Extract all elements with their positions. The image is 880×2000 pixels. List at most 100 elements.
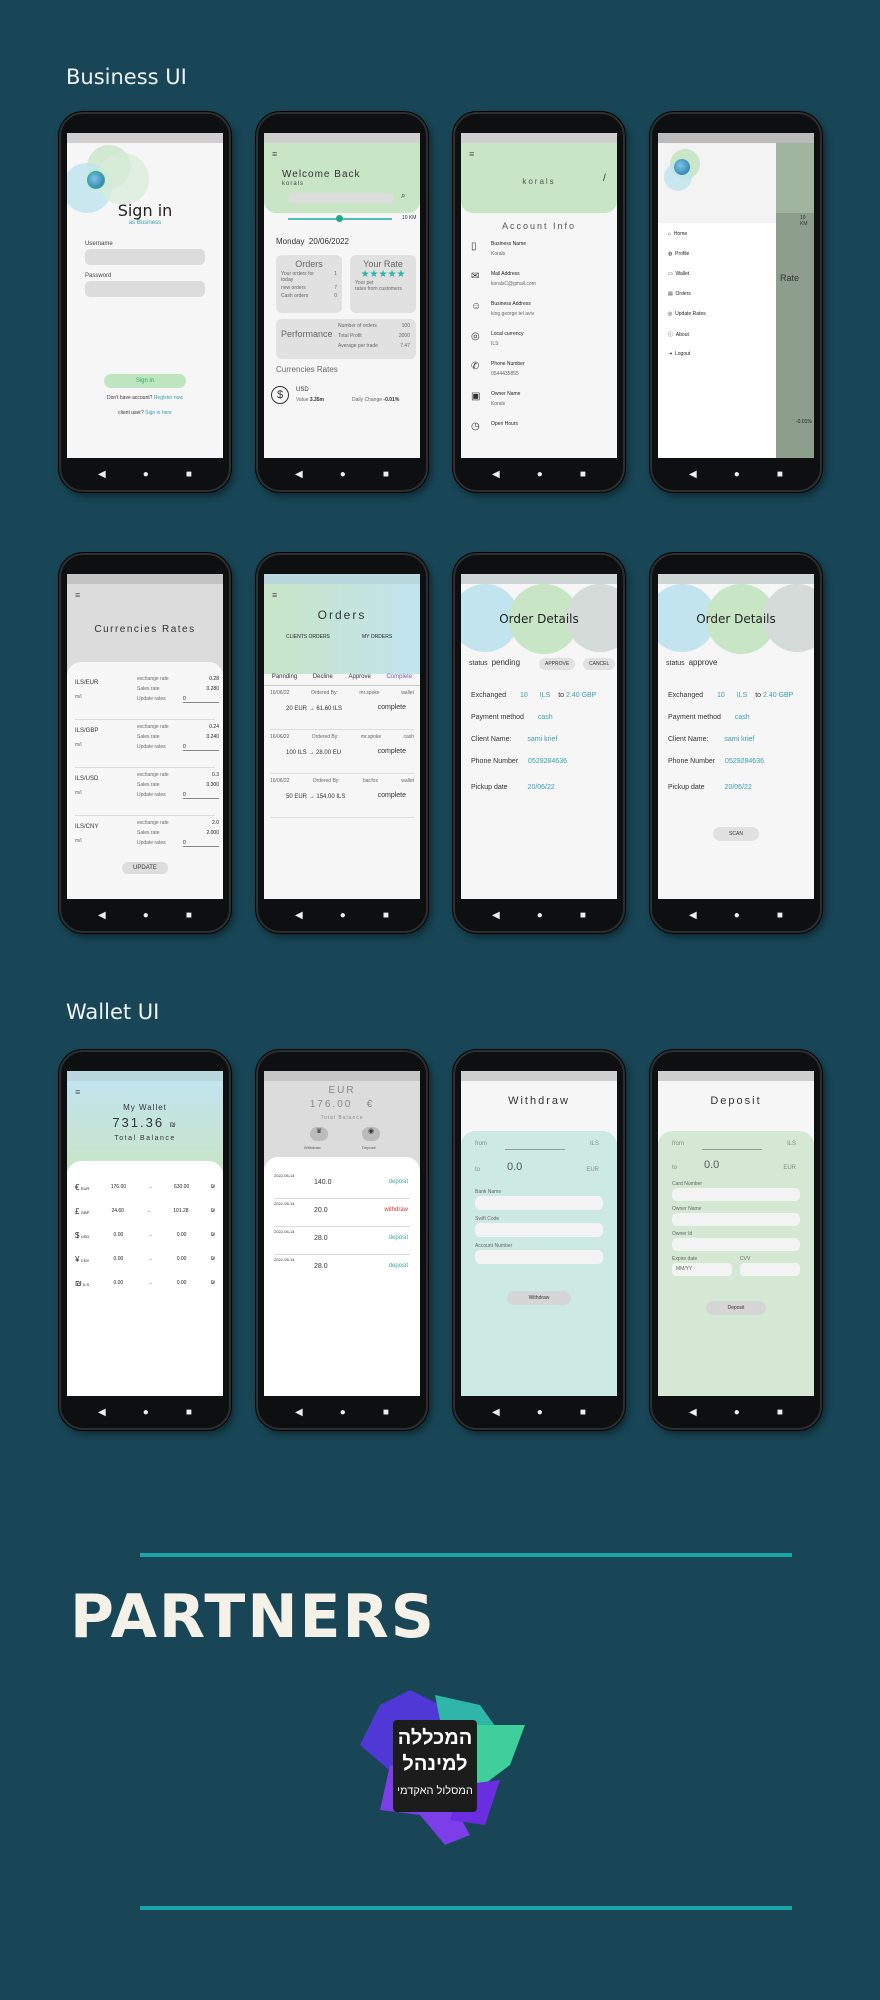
menu-icon[interactable]: ≡ bbox=[272, 590, 277, 600]
back-icon[interactable]: ◀ bbox=[689, 910, 697, 921]
order-row[interactable]: 16/06/22 Ordered By: bar.fox wallet 50 EUR … bbox=[270, 778, 414, 818]
from-amount-input[interactable] bbox=[505, 1149, 565, 1150]
home-icon[interactable]: ● bbox=[537, 469, 543, 480]
register-link[interactable]: Register now bbox=[154, 395, 183, 401]
owner-id-field[interactable] bbox=[672, 1238, 800, 1251]
home-icon[interactable]: ● bbox=[143, 1407, 149, 1418]
menu-item-wallet[interactable]: Wallet bbox=[676, 271, 690, 277]
home-icon[interactable]: ● bbox=[340, 469, 346, 480]
menu-item-orders[interactable]: Orders bbox=[676, 291, 691, 297]
home-icon[interactable]: ● bbox=[143, 469, 149, 480]
tab-clients-orders[interactable]: CLIENTS ORDERS bbox=[286, 634, 330, 640]
deposit-icon[interactable]: ◉ bbox=[362, 1127, 380, 1141]
menu-item-update-rates[interactable]: Update Rates bbox=[675, 311, 706, 317]
tx-row[interactable]: 2022-06-14 20.0 withdraw bbox=[274, 1199, 410, 1227]
back-icon[interactable]: ◀ bbox=[295, 1407, 303, 1418]
search-icon[interactable]: ⌕ bbox=[401, 191, 405, 201]
performance-card[interactable]: Performance Number of orders 100 Total Pr… bbox=[276, 319, 416, 359]
order-row[interactable]: 16/06/22 Ordered By: mr.spoke wallet 20 EUR… bbox=[270, 690, 414, 730]
bank-name-field[interactable] bbox=[475, 1196, 603, 1210]
wallet-row[interactable]: $ USD 0.00 → 0.00 ₪ bbox=[75, 1223, 215, 1247]
card-number-field[interactable] bbox=[672, 1188, 800, 1201]
recents-icon[interactable]: ■ bbox=[186, 910, 192, 921]
recents-icon[interactable]: ■ bbox=[580, 910, 586, 921]
back-icon[interactable]: ◀ bbox=[492, 469, 500, 480]
back-icon[interactable]: ◀ bbox=[295, 469, 303, 480]
order-row[interactable]: 16/06/22 Ordered By: mr.spoke cash 100 ILS … bbox=[270, 734, 414, 774]
cancel-button[interactable]: CANCEL bbox=[583, 658, 616, 670]
from-currency[interactable]: ILS bbox=[590, 1141, 599, 1147]
update-button[interactable]: UPDATE bbox=[122, 862, 168, 874]
back-icon[interactable]: ◀ bbox=[295, 910, 303, 921]
deposit-button[interactable]: Deposit bbox=[705, 1301, 767, 1315]
back-icon[interactable]: ◀ bbox=[492, 1407, 500, 1418]
back-icon[interactable]: ◀ bbox=[98, 469, 106, 480]
home-icon[interactable]: ● bbox=[734, 910, 740, 921]
account-number-field[interactable] bbox=[475, 1250, 603, 1264]
tx-row[interactable]: 2022-06-14 140.0 deposit bbox=[274, 1171, 410, 1199]
recents-icon[interactable]: ■ bbox=[580, 469, 586, 480]
wallet-row[interactable]: ¥ CNY 0.00 → 0.00 ₪ bbox=[75, 1247, 215, 1271]
withdraw-icon[interactable]: ♛ bbox=[310, 1127, 328, 1141]
withdraw-label[interactable]: Withdraw bbox=[304, 1145, 321, 1150]
recents-icon[interactable]: ■ bbox=[777, 1407, 783, 1418]
password-field[interactable] bbox=[85, 281, 205, 297]
back-icon[interactable]: ◀ bbox=[689, 1407, 697, 1418]
recents-icon[interactable]: ■ bbox=[580, 1407, 586, 1418]
search-bar[interactable] bbox=[288, 193, 394, 203]
back-icon[interactable]: ◀ bbox=[98, 910, 106, 921]
recents-icon[interactable]: ■ bbox=[383, 469, 389, 480]
username-field[interactable] bbox=[85, 249, 205, 265]
update-rate-input[interactable]: 0 bbox=[183, 840, 219, 847]
menu-item-profile[interactable]: Profile bbox=[675, 251, 689, 257]
filter-approve[interactable]: Approve bbox=[348, 674, 370, 685]
from-currency[interactable]: ILS bbox=[787, 1141, 796, 1147]
update-rate-input[interactable]: 0 bbox=[183, 744, 219, 751]
owner-name-field[interactable] bbox=[672, 1213, 800, 1226]
back-icon[interactable]: ◀ bbox=[98, 1407, 106, 1418]
distance-slider-knob[interactable] bbox=[336, 215, 343, 222]
menu-icon[interactable]: ≡ bbox=[75, 590, 80, 600]
wallet-row[interactable]: ₪ ILS 0.00 → 0.00 ₪ bbox=[75, 1271, 215, 1295]
recents-icon[interactable]: ■ bbox=[777, 469, 783, 480]
scan-button[interactable]: SCAN bbox=[713, 827, 759, 841]
orders-card[interactable]: Orders Your orders for today 1 new orders… bbox=[276, 255, 342, 313]
from-amount-input[interactable] bbox=[702, 1149, 762, 1150]
wallet-row[interactable]: € EUR 176.00 → 630.00 ₪ bbox=[75, 1175, 215, 1199]
approve-button[interactable]: APPROVE bbox=[539, 658, 576, 670]
update-rate-input[interactable]: 0 bbox=[183, 696, 219, 703]
back-icon[interactable]: ◀ bbox=[689, 469, 697, 480]
wallet-row[interactable]: £ GBP 24.60 → 101.28 ₪ bbox=[75, 1199, 215, 1223]
recents-icon[interactable]: ■ bbox=[186, 1407, 192, 1418]
update-rate-input[interactable]: 0 bbox=[183, 792, 219, 799]
filter-pending[interactable]: Pannding bbox=[272, 674, 297, 685]
to-currency[interactable]: EUR bbox=[783, 1165, 796, 1171]
edit-icon[interactable]: / bbox=[603, 173, 606, 184]
menu-icon[interactable]: ≡ bbox=[272, 149, 277, 159]
back-icon[interactable]: ◀ bbox=[492, 910, 500, 921]
expire-field[interactable]: MM/YY bbox=[672, 1263, 732, 1276]
menu-item-logout[interactable]: Logout bbox=[675, 351, 690, 357]
swift-code-field[interactable] bbox=[475, 1223, 603, 1237]
home-icon[interactable]: ● bbox=[537, 1407, 543, 1418]
recents-icon[interactable]: ■ bbox=[383, 1407, 389, 1418]
client-signin-link[interactable]: Sign in here bbox=[145, 410, 172, 416]
rate-card[interactable]: Your Rate ★★★★★ Your pet rates from cust… bbox=[350, 255, 416, 313]
menu-icon[interactable]: ≡ bbox=[469, 149, 474, 159]
filter-complete[interactable]: Complete bbox=[386, 674, 412, 685]
withdraw-button[interactable]: Withdraw bbox=[506, 1291, 572, 1305]
tab-my-orders[interactable]: MY ORDERS bbox=[362, 634, 392, 640]
recents-icon[interactable]: ■ bbox=[383, 910, 389, 921]
to-currency[interactable]: EUR bbox=[586, 1167, 599, 1173]
tx-row[interactable]: 2022-06-14 28.0 deposit bbox=[274, 1227, 410, 1255]
home-icon[interactable]: ● bbox=[340, 910, 346, 921]
recents-icon[interactable]: ■ bbox=[186, 469, 192, 480]
deposit-label[interactable]: Deposit bbox=[362, 1145, 376, 1150]
home-icon[interactable]: ● bbox=[734, 469, 740, 480]
signin-button[interactable]: Sign in bbox=[104, 374, 186, 388]
menu-icon[interactable]: ≡ bbox=[75, 1087, 80, 1097]
home-icon[interactable]: ● bbox=[143, 910, 149, 921]
menu-item-home[interactable]: Home bbox=[674, 231, 687, 237]
recents-icon[interactable]: ■ bbox=[777, 910, 783, 921]
home-icon[interactable]: ● bbox=[734, 1407, 740, 1418]
